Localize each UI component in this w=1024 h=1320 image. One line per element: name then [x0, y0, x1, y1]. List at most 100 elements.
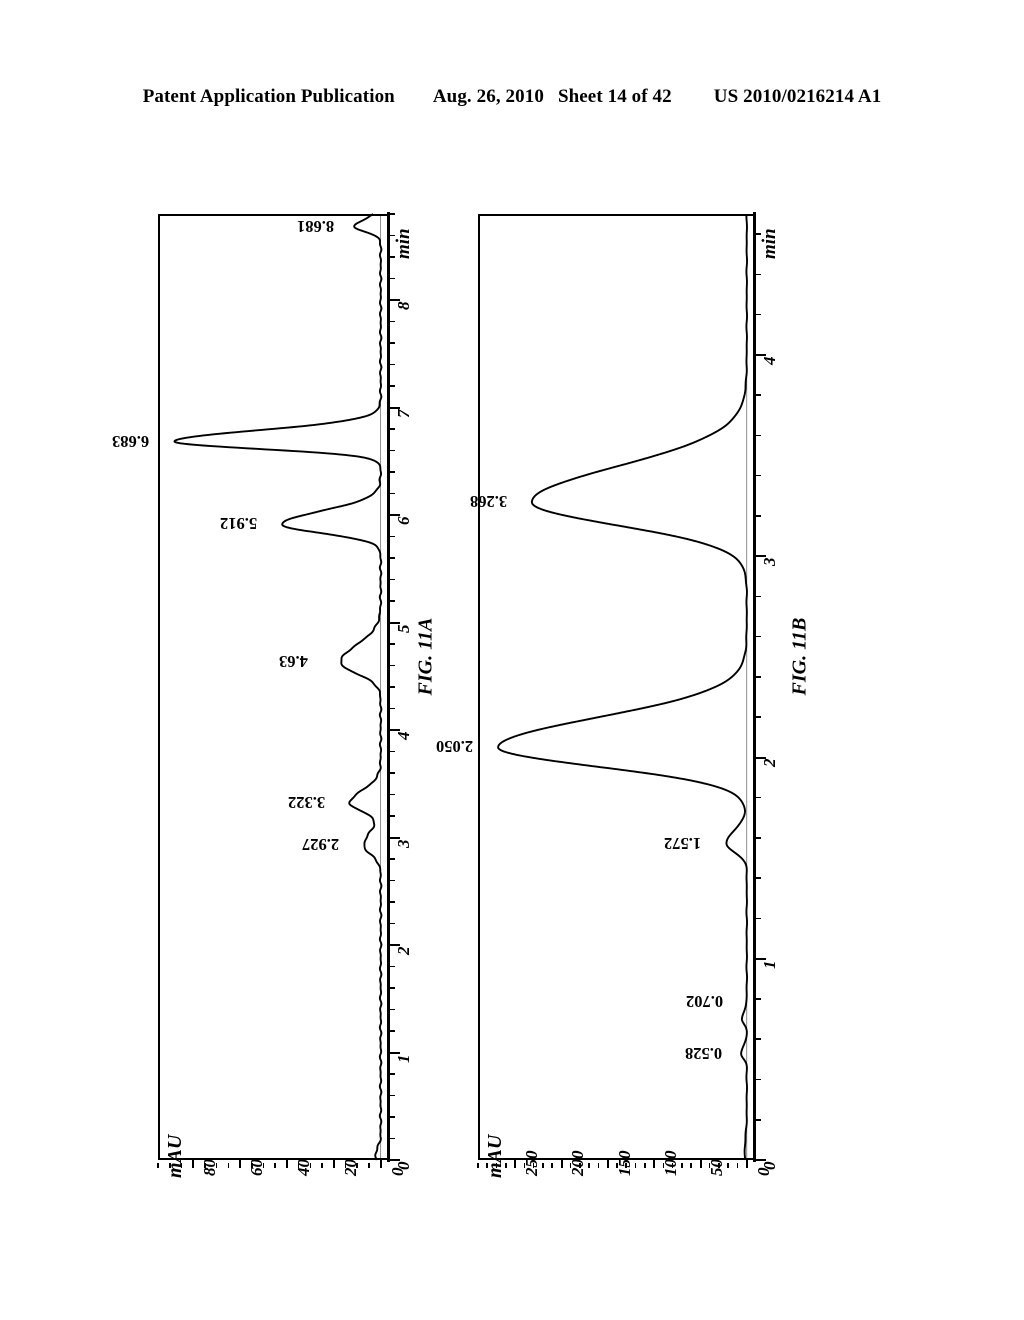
time-tick-minor [756, 837, 761, 839]
header-publication: Patent Application Publication [142, 86, 395, 107]
time-tick-minor [390, 922, 395, 925]
time-tick-label: 2 [394, 946, 413, 956]
time-tick-label: 3 [394, 839, 413, 848]
x-axis-unit-11b: min [759, 228, 780, 259]
time-tick-label: 4 [394, 731, 413, 741]
time-tick-minor [756, 1038, 761, 1041]
mau-tick-label: 0 [387, 1167, 407, 1177]
mau-tick-label: 60 [247, 1159, 267, 1176]
time-tick-minor [390, 750, 395, 753]
peak-label: 0.702 [686, 991, 724, 1011]
mau-tick-minor [368, 1163, 370, 1168]
time-tick-minor [756, 796, 761, 799]
time-tick-rail-11a: 012345678 [390, 213, 413, 1170]
mau-tick-minor [727, 1163, 729, 1168]
mau-tick-major [239, 1159, 242, 1168]
time-tick-minor [390, 320, 395, 323]
chromatogram-trace-11a [173, 213, 383, 1161]
time-tick-minor [390, 471, 395, 473]
x-axis-unit-11a: min [393, 228, 414, 259]
time-tick-minor [390, 342, 395, 344]
time-tick-minor [756, 595, 761, 598]
time-tick-minor [390, 600, 395, 602]
time-tick-minor [390, 1137, 395, 1140]
time-tick-label: 3 [760, 557, 779, 567]
mau-tick-minor [274, 1163, 276, 1168]
header-sheet: Sheet 14 of 42 [557, 86, 672, 107]
time-tick-label: 2 [760, 758, 779, 768]
mau-tick-major [286, 1159, 289, 1168]
figure-11b: 01234 0 50 100 150 200 250 0.528 0.702 1.572 2.0… [436, 212, 811, 1178]
time-tick-minor [390, 213, 395, 215]
time-tick-minor [756, 716, 761, 718]
mau-tick-major [192, 1159, 195, 1168]
mau-tick-major [514, 1159, 517, 1168]
mau-tick-label: 20 [340, 1159, 360, 1176]
mau-tick-minor [681, 1163, 683, 1168]
time-tick-minor [756, 998, 761, 1000]
peak-label: 6.683 [112, 431, 150, 451]
time-tick-label: 4 [760, 356, 779, 365]
figure-caption-11b: FIG. 11B [788, 617, 811, 696]
mau-tick-major [653, 1159, 656, 1168]
mau-tick-minor [157, 1163, 159, 1168]
mau-tick-rail-11a: 0 20 40 60 80 [157, 1159, 407, 1176]
time-tick-minor [390, 879, 395, 882]
mau-tick-major [560, 1159, 563, 1168]
peak-label: 5.912 [220, 514, 258, 534]
time-tick-minor [390, 987, 395, 989]
peak-label: 4.63 [278, 652, 308, 672]
time-tick-minor [756, 273, 761, 276]
time-tick-label: 1 [760, 960, 779, 969]
time-tick-minor [756, 394, 761, 396]
time-tick-minor [390, 535, 395, 538]
time-tick-minor [756, 1078, 761, 1081]
time-tick-label: 8 [394, 301, 413, 311]
time-tick-major [390, 1051, 400, 1054]
time-tick-rail-11b: 01234 [756, 214, 779, 1170]
mau-tick-major [332, 1159, 335, 1168]
time-tick-minor [756, 1118, 761, 1121]
time-tick-minor [756, 474, 761, 477]
time-tick-minor [390, 1116, 395, 1118]
mau-tick-major [606, 1159, 609, 1168]
time-tick-minor [756, 877, 761, 879]
mau-tick-minor [321, 1163, 323, 1168]
time-tick-minor [390, 578, 395, 581]
page-header: Patent Application Publication Aug. 26, … [0, 86, 1024, 108]
mau-tick-minor [644, 1163, 646, 1168]
time-tick-minor [390, 772, 395, 774]
mau-tick-label: 0 [753, 1167, 773, 1177]
time-tick-minor [390, 277, 395, 280]
peak-label: 2.927 [302, 835, 340, 855]
time-tick-minor [390, 1008, 395, 1011]
mau-tick-minor [690, 1163, 692, 1168]
time-tick-minor [390, 858, 395, 860]
mau-tick-major [699, 1159, 702, 1168]
time-tick-label: 1 [394, 1054, 413, 1063]
time-tick-label: 6 [394, 516, 413, 526]
mau-tick-major [379, 1159, 382, 1168]
time-tick-minor [756, 313, 761, 316]
time-tick-minor [756, 434, 761, 437]
time-tick-minor [390, 1094, 395, 1097]
time-tick-minor [390, 428, 395, 430]
mau-tick-minor [588, 1163, 590, 1168]
time-tick-minor [390, 643, 395, 645]
peak-label: 1.572 [664, 833, 702, 853]
mau-tick-rail-11b: 0 50 100 150 200 250 [477, 1151, 773, 1176]
peak-label: 8.681 [296, 216, 334, 236]
mau-tick-major [745, 1159, 748, 1168]
time-tick-minor [390, 1030, 395, 1032]
time-tick-minor [390, 449, 395, 452]
time-tick-minor [390, 1073, 395, 1075]
time-tick-label: 7 [394, 409, 413, 418]
peak-label: 3.268 [469, 492, 507, 512]
time-tick-minor [390, 965, 395, 968]
mau-tick-label: 40 [293, 1159, 313, 1176]
y-axis-unit-11b: mAU [484, 1134, 506, 1178]
mau-tick-label: 50 [707, 1159, 727, 1176]
mau-tick-minor [597, 1163, 600, 1168]
peak-label: 3.322 [288, 792, 326, 812]
time-tick-minor [756, 515, 761, 517]
